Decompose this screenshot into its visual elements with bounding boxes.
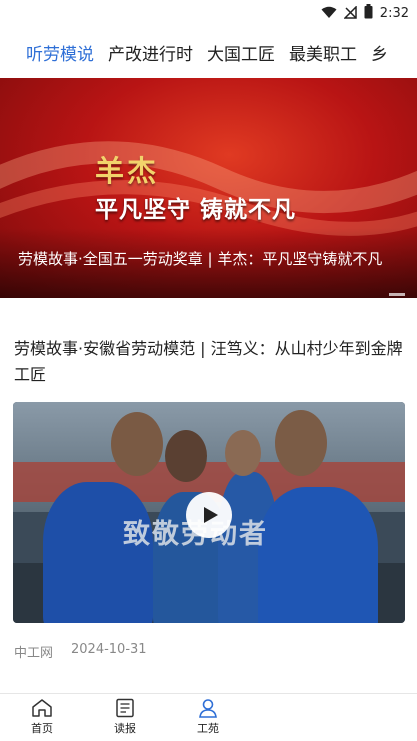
hero-caption: 劳模故事·全国五一劳动奖章 | 羊杰：平凡坚守铸就不凡 [18,250,383,268]
carousel-indicator [389,293,405,296]
nav-read-paper-label: 读报 [114,722,136,735]
nav-home[interactable]: 首页 [12,698,72,736]
status-icons: 2:32 [321,3,409,23]
wifi-icon [321,4,337,23]
status-time: 2:32 [379,5,409,21]
article-title[interactable]: 劳模故事·安徽省劳动模范 | 汪笃义：从山村少年到金牌工匠 [14,336,404,388]
signal-icon [342,4,357,23]
battery-icon [364,3,373,23]
worker-head [165,430,207,482]
newspaper-icon [116,698,134,718]
hero-banner[interactable]: 羊杰 平凡坚守 铸就不凡 劳模故事·全国五一劳动奖章 | 羊杰：平凡坚守铸就不凡 [0,78,417,298]
article-video[interactable]: 致敬劳动者 [13,402,405,623]
play-icon [204,507,218,523]
article-meta: 中工网 2024-10-31 [14,642,147,661]
worker-head [225,430,261,476]
home-icon [32,699,52,717]
hero-slogan: 平凡坚守 铸就不凡 [95,196,297,223]
worker-figure [43,482,153,623]
worker-figure [258,487,378,623]
nav-divider [0,693,417,694]
tab-zuimei[interactable]: 最美职工 [282,40,364,65]
nav-read-paper[interactable]: 读报 [95,698,155,736]
tab-daguo[interactable]: 大国工匠 [200,40,282,65]
tab-xiang[interactable]: 乡 [364,40,395,65]
status-bar: 2:32 [0,0,417,26]
person-icon [199,699,217,718]
hero-name: 羊杰 [95,154,160,188]
play-button[interactable] [186,492,232,538]
tab-tingmo[interactable]: 听劳模说 [0,40,101,65]
hero-wave-decoration [0,141,417,236]
nav-gongyuan[interactable]: 工苑 [178,698,238,736]
nav-home-label: 首页 [31,722,53,735]
bottom-nav: 首页 读报 工苑 [0,696,417,741]
article-date: 2024-10-31 [71,642,147,657]
worker-head [275,410,327,476]
nav-gongyuan-label: 工苑 [197,722,219,735]
tab-changai[interactable]: 产改进行时 [101,40,200,65]
category-tabs: 听劳模说 产改进行时 大国工匠 最美职工 乡 [0,34,417,70]
worker-head [111,412,163,476]
article-source: 中工网 [14,646,54,661]
